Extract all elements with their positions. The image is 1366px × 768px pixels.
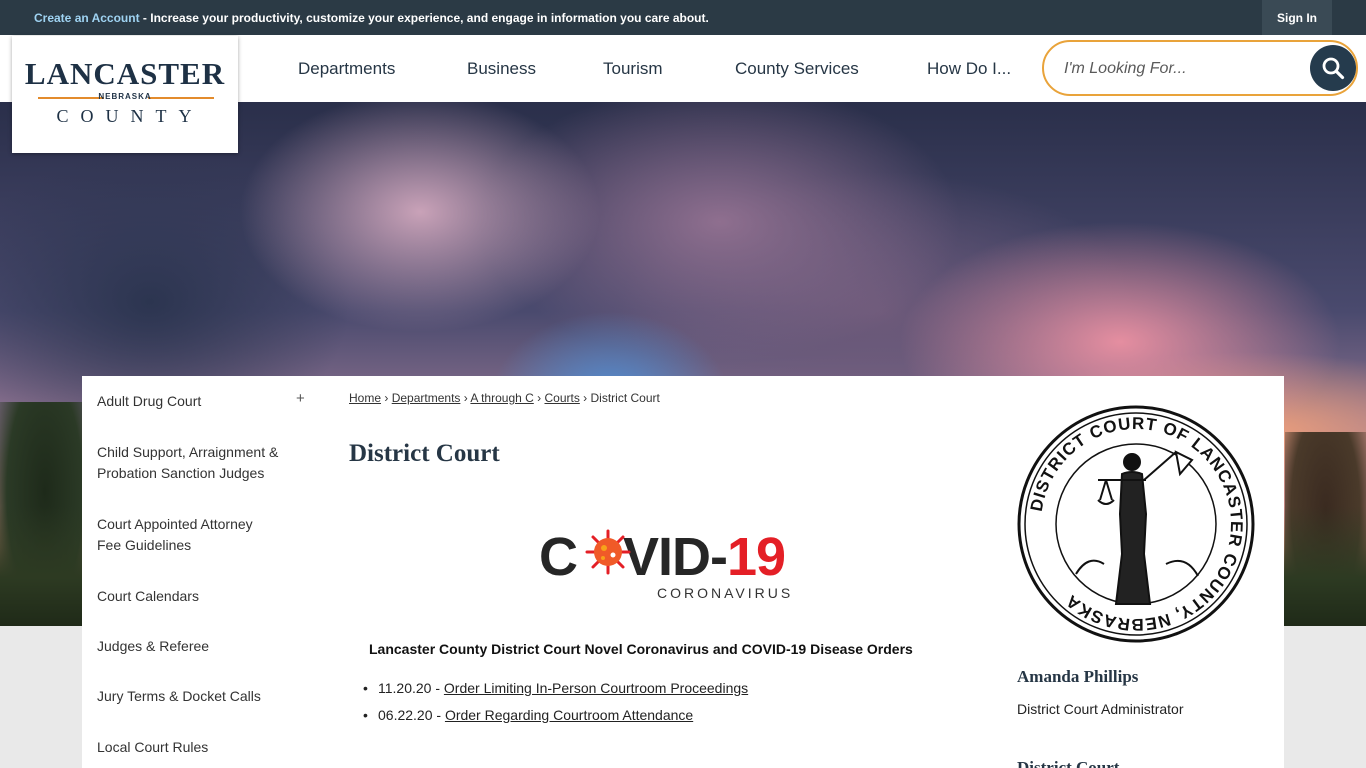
sidebar-nav: Adult Drug Court + Child Support, Arraig…	[82, 376, 323, 768]
account-promo: Create an Account - Increase your produc…	[34, 11, 709, 25]
logo-state: NEBRASKA	[98, 92, 152, 101]
breadcrumb-departments[interactable]: Departments	[392, 391, 461, 405]
nav-how-do-i[interactable]: How Do I...	[927, 59, 1011, 79]
covid-logo-19: 19	[727, 527, 786, 587]
sidebar-item-court-calendars[interactable]: Court Calendars	[97, 586, 297, 607]
covid-logo-vid: VID-	[623, 527, 728, 587]
breadcrumb-current: District Court	[590, 391, 660, 405]
orders-list: 11.20.20 - Order Limiting In-Person Cour…	[363, 680, 748, 734]
sidebar-item-child-support[interactable]: Child Support, Arraignment & Probation S…	[97, 442, 287, 484]
breadcrumb-courts[interactable]: Courts	[544, 391, 579, 405]
order-link[interactable]: Order Limiting In-Person Courtroom Proce…	[444, 680, 748, 696]
district-court-seal: DISTRICT COURT OF LANCASTER COUNTY, NEBR…	[1017, 405, 1255, 643]
sidebar-item-adult-drug-court[interactable]: Adult Drug Court	[97, 391, 297, 412]
contact-section-heading: District Court	[1017, 758, 1120, 768]
covid-logo-text: C VID-19	[539, 526, 786, 588]
create-account-link[interactable]: Create an Account	[34, 11, 140, 25]
covid-logo-subtitle: CORONAVIRUS	[657, 585, 794, 601]
search-button[interactable]	[1310, 45, 1356, 91]
site-logo[interactable]: LANCASTER NEBRASKA COUNTY	[12, 36, 238, 153]
nav-business[interactable]: Business	[467, 59, 536, 79]
nav-departments[interactable]: Departments	[298, 59, 395, 79]
contact-role: District Court Administrator	[1017, 701, 1184, 717]
expand-plus-icon[interactable]: +	[296, 390, 305, 407]
page-title: District Court	[349, 440, 500, 467]
breadcrumb-separator: ›	[583, 391, 588, 405]
nav-tourism[interactable]: Tourism	[603, 59, 663, 79]
breadcrumb-home[interactable]: Home	[349, 391, 381, 405]
covid-logo-c: C	[539, 527, 578, 587]
logo-name: LANCASTER	[24, 56, 226, 91]
breadcrumb-separator: ›	[463, 391, 468, 405]
orders-heading: Lancaster County District Court Novel Co…	[369, 641, 913, 657]
main-content: Home › Departments › A through C › Court…	[323, 376, 1284, 768]
top-bar: Create an Account - Increase your produc…	[0, 0, 1366, 35]
covid-19-logo: C VID-19 CORONAVIRUS	[539, 526, 829, 606]
nav-county-services[interactable]: County Services	[735, 59, 859, 79]
sidebar-item-jury-terms[interactable]: Jury Terms & Docket Calls	[97, 686, 297, 707]
breadcrumb-a-through-c[interactable]: A through C	[470, 391, 533, 405]
sidebar-item-attorney-fee[interactable]: Court Appointed Attorney Fee Guidelines	[97, 514, 277, 556]
search-input[interactable]	[1064, 56, 1294, 82]
logo-county: COUNTY	[56, 106, 204, 126]
breadcrumb-separator: ›	[537, 391, 542, 405]
breadcrumb: Home › Departments › A through C › Court…	[349, 391, 660, 405]
order-link[interactable]: Order Regarding Courtroom Attendance	[445, 707, 693, 723]
virus-icon	[585, 529, 631, 575]
sidebar-item-judges-referee[interactable]: Judges & Referee	[97, 636, 297, 657]
list-item: 06.22.20 - Order Regarding Courtroom Att…	[363, 707, 748, 734]
order-date: 11.20.20 -	[378, 680, 444, 696]
account-promo-text: - Increase your productivity, customize …	[139, 11, 709, 25]
sidebar-item-local-court-rules[interactable]: Local Court Rules	[97, 737, 297, 758]
search-box	[1042, 40, 1358, 96]
sign-in-button[interactable]: Sign In	[1262, 0, 1332, 35]
search-icon	[1322, 57, 1345, 80]
contact-name: Amanda Phillips	[1017, 667, 1139, 686]
list-item: 11.20.20 - Order Limiting In-Person Cour…	[363, 680, 748, 707]
breadcrumb-separator: ›	[384, 391, 389, 405]
order-date: 06.22.20 -	[378, 707, 445, 723]
